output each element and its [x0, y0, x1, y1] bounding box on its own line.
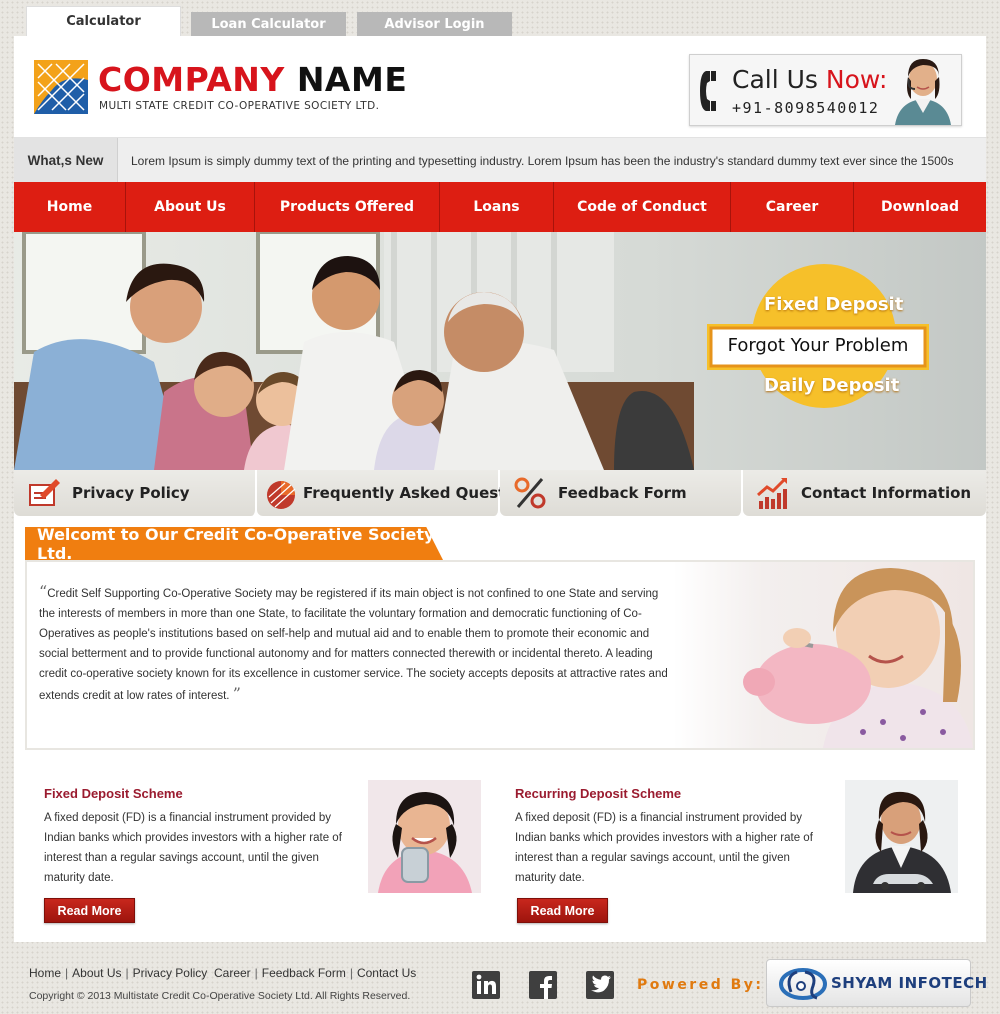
footer-link-feedback-form[interactable]: Feedback Form	[262, 966, 346, 980]
businesswoman-with-car-image	[845, 780, 958, 893]
quick-link-contact-information[interactable]: Contact Information	[743, 470, 986, 516]
linkedin-icon[interactable]	[472, 971, 500, 999]
fixed-deposit-scheme: Fixed Deposit Scheme A fixed deposit (FD…	[44, 780, 484, 930]
footer-separator: |	[349, 966, 353, 980]
tab-loan-calculator[interactable]: Loan Calculator	[191, 12, 346, 36]
percent-icon	[514, 477, 546, 509]
quick-link-faq[interactable]: Frequently Asked Questions	[257, 470, 540, 516]
company-subtitle: MULTI STATE CREDIT CO-OPERATIVE SOCIETY …	[99, 100, 380, 112]
facebook-icon[interactable]	[529, 971, 557, 999]
whats-new-ticker[interactable]: Lorem Ipsum is simply dummy text of the …	[131, 154, 983, 168]
scheme-text: A fixed deposit (FD) is a financial inst…	[44, 812, 342, 884]
quick-link-privacy-policy[interactable]: Privacy Policy	[14, 470, 257, 516]
pie-chart-icon	[267, 481, 296, 509]
nav-code-of-conduct[interactable]: Code of Conduct	[554, 182, 731, 232]
nav-about-us[interactable]: About Us	[126, 182, 255, 232]
call-us-text: Call Us	[732, 65, 826, 94]
footer-separator: |	[254, 966, 258, 980]
quick-link-label: Contact Information	[801, 484, 972, 502]
shyam-infotech-mark-icon	[779, 968, 827, 1000]
welcome-box: “Credit Self Supporting Co-Operative Soc…	[25, 560, 975, 750]
girl-piggy-bank-image	[673, 562, 973, 748]
nav-home[interactable]: Home	[14, 182, 126, 232]
powered-by-label: Powered By:	[637, 977, 764, 993]
shyam-infotech-text: SHYAM INFOTECH	[831, 974, 988, 992]
scheme-title[interactable]: Fixed Deposit Scheme	[44, 786, 183, 801]
quick-link-label: Feedback Form	[558, 484, 687, 502]
footer-links: Home | About Us | Privacy Policy Career | Feed…	[29, 966, 416, 980]
welcome-heading: Welcomt to Our Credit Co-Operative Socie…	[25, 527, 443, 560]
read-more-button[interactable]: Read More	[517, 898, 608, 923]
nav-loans[interactable]: Loans	[440, 182, 554, 232]
copyright-text: Copyright © 2013 Multistate Credit Co-Op…	[29, 990, 411, 1002]
read-more-button[interactable]: Read More	[44, 898, 135, 923]
welcome-text: “Credit Self Supporting Co-Operative Soc…	[39, 582, 669, 706]
quick-link-feedback-form[interactable]: Feedback Form	[500, 470, 743, 516]
page-container: COMPANY NAME MULTI STATE CREDIT CO-OPERA…	[14, 36, 986, 942]
whats-new-label: What,s New	[14, 138, 118, 183]
quick-link-label: Privacy Policy	[72, 484, 190, 502]
shyam-infotech-logo[interactable]: SHYAM INFOTECH	[766, 959, 987, 1007]
call-us-now-text: Now:	[825, 65, 888, 94]
open-quote: “	[39, 582, 48, 601]
tab-calculator[interactable]: Calculator	[26, 6, 181, 36]
welcome-body: Credit Self Supporting Co-Operative Soci…	[39, 588, 668, 702]
footer-link-home[interactable]: Home	[29, 966, 61, 980]
growth-chart-icon	[757, 477, 787, 509]
main-nav: Home About Us Products Offered Loans Cod…	[14, 182, 986, 232]
footer-link-career[interactable]: Career	[214, 966, 251, 980]
phone-number: +91-8098540012	[732, 99, 880, 117]
whats-new-bar: What,s New Lorem Ipsum is simply dummy t…	[14, 137, 986, 183]
nav-download[interactable]: Download	[854, 182, 986, 232]
pen-document-icon	[29, 479, 60, 506]
company-name: COMPANY NAME	[98, 60, 407, 99]
footer-link-contact-us[interactable]: Contact Us	[357, 966, 416, 980]
company-logo-icon	[34, 60, 88, 114]
hero-banner: Fixed Deposit Forgot Your Problem Daily …	[14, 232, 986, 470]
tab-advisor-login[interactable]: Advisor Login	[357, 12, 512, 36]
footer-separator: |	[125, 966, 129, 980]
girl-with-coin-jar-image	[368, 780, 481, 893]
recurring-deposit-scheme: Recurring Deposit Scheme A fixed deposit…	[515, 780, 965, 930]
scheme-text: A fixed deposit (FD) is a financial inst…	[515, 812, 813, 884]
quick-links: Privacy Policy Frequently Asked Question…	[14, 470, 986, 516]
nav-career[interactable]: Career	[731, 182, 854, 232]
footer-separator: |	[65, 966, 69, 980]
company-name-part1: COMPANY	[98, 60, 285, 99]
company-name-part2: NAME	[284, 60, 408, 99]
close-quote: ”	[232, 684, 241, 703]
call-us-box: Call Us Now: +91-8098540012	[689, 54, 962, 126]
footer-link-about-us[interactable]: About Us	[72, 966, 121, 980]
badge-fixed-deposit: Fixed Deposit	[764, 294, 904, 315]
phone-icon	[700, 71, 716, 111]
scheme-title[interactable]: Recurring Deposit Scheme	[515, 786, 681, 801]
nav-products-offered[interactable]: Products Offered	[255, 182, 440, 232]
footer-link-privacy-policy[interactable]: Privacy Policy	[133, 966, 208, 980]
badge-daily-deposit: Daily Deposit	[764, 375, 900, 396]
badge-forgot-your-problem: Forgot Your Problem	[727, 335, 909, 356]
support-agent-image	[895, 59, 951, 125]
call-us-title: Call Us Now:	[732, 65, 887, 94]
twitter-icon[interactable]	[586, 971, 614, 999]
